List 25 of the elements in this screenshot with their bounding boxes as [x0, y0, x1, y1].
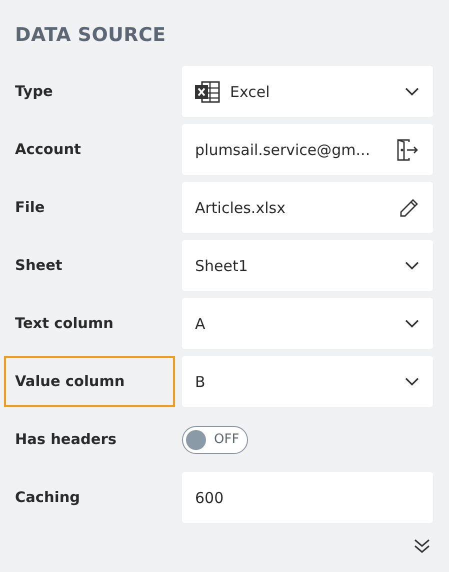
chevron-down-icon: [405, 377, 419, 386]
dropdown-field[interactable]: A: [182, 298, 433, 349]
dropdown-field[interactable]: B: [182, 356, 433, 407]
chevron-down-icon: [405, 261, 419, 270]
field-label: Type: [15, 84, 53, 100]
account-field[interactable]: plumsail.service@gm...: [182, 124, 433, 175]
expand-icon[interactable]: [413, 537, 431, 555]
field-label: File: [15, 200, 45, 216]
dropdown-field[interactable]: Sheet1: [182, 240, 433, 291]
chevron-down-icon: [405, 319, 419, 328]
chevron-down-icon: [405, 87, 419, 96]
sign-out-icon[interactable]: [395, 138, 419, 162]
field-label: Sheet: [15, 258, 62, 274]
spreadsheet-icon: [195, 80, 220, 102]
field-label: Value column: [15, 374, 125, 390]
field-label: Caching: [15, 490, 80, 506]
input-field[interactable]: 600: [182, 472, 433, 523]
toggle-switch[interactable]: OFF: [182, 426, 248, 454]
field-label: Text column: [15, 316, 114, 332]
section-heading: DATA SOURCE: [15, 24, 167, 46]
dropdown-field[interactable]: Excel: [182, 66, 433, 117]
file-field[interactable]: Articles.xlsx: [182, 182, 433, 233]
field-label: Account: [15, 142, 81, 158]
pencil-icon[interactable]: [399, 198, 419, 218]
field-label: Has headers: [15, 432, 117, 448]
